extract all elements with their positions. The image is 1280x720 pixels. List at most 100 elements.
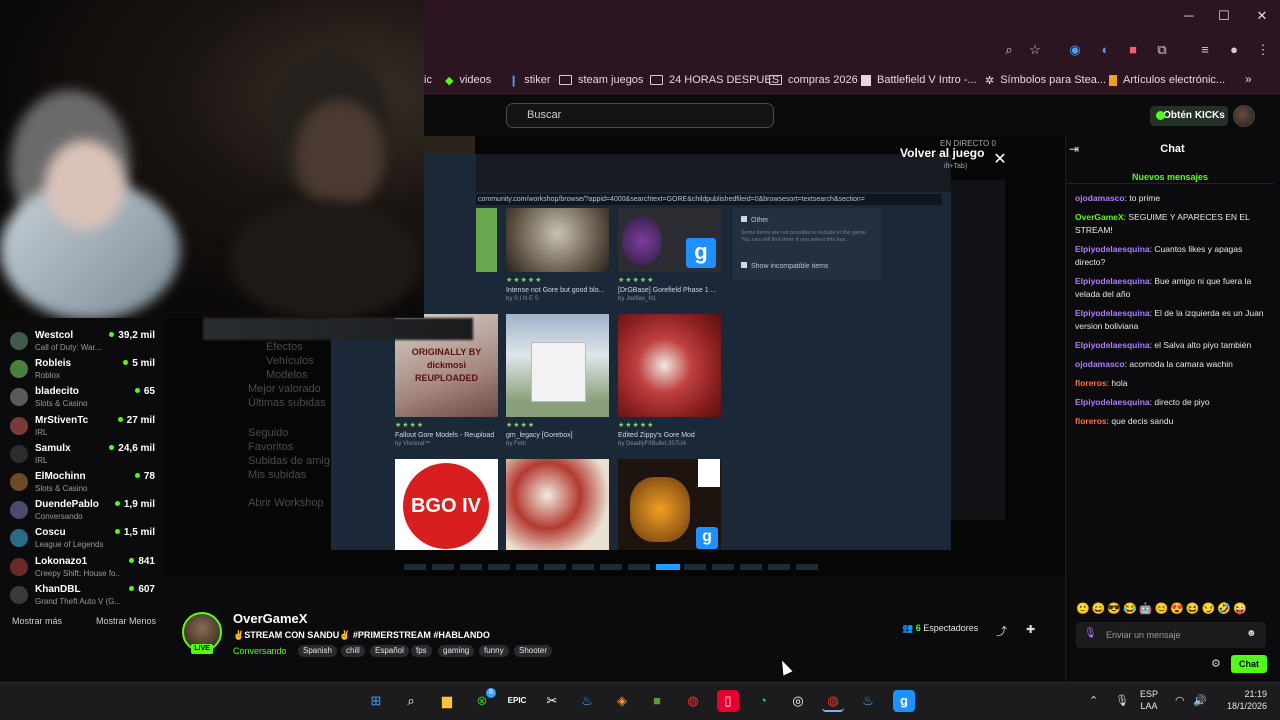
workshop-tile-bgo[interactable]: BGO IV [395, 459, 498, 550]
zoom-icon[interactable]: ⌕ [1000, 41, 1018, 59]
sidebar-channel-khandbl[interactable]: KhanDBL Grand Theft Auto V (G... 607 [10, 584, 155, 610]
emote-bar[interactable]: 🙂😄😎😂🤖😊😍😆😏🤣😜 [1076, 602, 1268, 616]
streamer-name[interactable]: OverGameX [233, 611, 307, 626]
close-window-button[interactable]: ✕ [1248, 6, 1276, 26]
steam-running-icon[interactable]: ♨ [857, 690, 879, 712]
user-avatar[interactable] [1233, 105, 1255, 127]
chat-username[interactable]: floreros [1075, 378, 1107, 388]
workshop-tile-character[interactable]: g [618, 459, 721, 550]
search-taskbar-icon[interactable]: ⌕ [400, 690, 422, 712]
chat-username[interactable]: OverGameX [1075, 212, 1124, 222]
tray-mic-icon[interactable]: 🎙 [1115, 694, 1129, 707]
stream-tag[interactable]: Español [370, 645, 409, 657]
file-explorer-icon[interactable]: ▆ [436, 690, 458, 712]
sidebar-channel-elmochinn[interactable]: ElMochinn Slots & Casino 78 [10, 471, 155, 497]
filter-other[interactable]: Other [741, 216, 769, 224]
workshop-tile-zippy[interactable] [618, 314, 721, 417]
stream-tag[interactable]: funny [479, 645, 509, 657]
workshop-tile-mask[interactable] [506, 208, 609, 272]
sidebar-channel-coscu[interactable]: Coscu League of Legends 1,5 mil [10, 527, 155, 553]
bookmark-item[interactable]: ✲ Símbolos para Stea... [985, 72, 1106, 88]
chat-message-input[interactable]: Enviar un mensaje [1076, 622, 1266, 648]
chat-settings-icon[interactable]: ⚙ [1211, 657, 1221, 670]
stream-tag[interactable]: fps [411, 645, 432, 657]
language-indicator[interactable]: ESP LAA [1140, 688, 1158, 712]
bookmark-item[interactable]: ic [424, 72, 432, 88]
sidebar-channel-robleis[interactable]: Robleis Roblox 5 mil [10, 358, 155, 384]
system-clock[interactable]: 21:19 18/1/2026 [1215, 688, 1267, 712]
stream-category[interactable]: Conversando [233, 646, 287, 656]
sidebar-channel-samulx[interactable]: Samulx IRL 24,6 mil [10, 443, 155, 469]
sidebar-channel-duendepablo[interactable]: DuendePablo Conversando 1,9 mil [10, 499, 155, 525]
stream-tag[interactable]: Spanish [298, 645, 337, 657]
extension-audio-icon[interactable]: ◖ [1095, 41, 1113, 59]
workshop-item-title[interactable]: Intense not Gore but good blo... [506, 287, 604, 294]
show-less-link[interactable]: Mostrar Menos [96, 616, 156, 626]
search-input[interactable]: Buscar [506, 103, 774, 128]
steam-pagination[interactable] [404, 564, 824, 570]
workshop-item-title[interactable]: [DrGBase] Gorefield Phase 1 ... [618, 287, 716, 294]
bookmark-item[interactable]: ◆ videos [445, 72, 491, 88]
volume-icon[interactable]: 🔊 [1193, 694, 1207, 707]
steam-taskbar-icon[interactable]: ♨ [576, 690, 598, 712]
sidebar-channel-bladecito[interactable]: bladecito Slots & Casino 65 [10, 386, 155, 412]
chat-username[interactable]: ojodamasco [1075, 359, 1125, 369]
minecraft-icon[interactable]: ■ [646, 690, 668, 712]
workshop-tile-building[interactable] [506, 314, 609, 417]
sidebar-channel-mrstiventc[interactable]: MrStivenTc IRL 27 mil [10, 415, 155, 441]
workshop-item-title[interactable]: gm_legacy [Gorebox] [506, 432, 573, 439]
send-chat-button[interactable]: Chat [1231, 655, 1267, 673]
game-launcher-icon[interactable]: ◈ [611, 690, 633, 712]
bookmark-star-icon[interactable]: ☆ [1026, 41, 1044, 59]
workshop-item-title[interactable]: Fallout Gore Models - Reupload [395, 432, 494, 439]
steam-url-bar[interactable]: community.com/workshop/browse/?appid=400… [476, 194, 942, 205]
stream-tag[interactable]: gaming [438, 645, 475, 657]
new-messages-banner[interactable]: Nuevos mensajes [1066, 172, 1274, 184]
chat-username[interactable]: Elpiyodelaesquina [1075, 308, 1150, 318]
bookmark-item[interactable]: compras 2026 [769, 72, 858, 88]
tray-overflow-icon[interactable]: ⌃ [1089, 694, 1098, 707]
wifi-icon[interactable]: ◠ [1175, 694, 1185, 707]
nintendo-icon[interactable]: ▯ [717, 690, 739, 712]
chat-username[interactable]: floreros [1075, 416, 1107, 426]
workshop-tile-blood[interactable] [506, 459, 609, 550]
chat-username[interactable]: Elpiyodelaesquina [1075, 276, 1150, 286]
minimize-button[interactable]: ─ [1175, 6, 1203, 26]
extension-vpn-icon[interactable]: ◉ [1066, 41, 1084, 59]
extensions-puzzle-icon[interactable]: ⧉ [1153, 41, 1171, 59]
emoji-picker-icon[interactable]: ☻ [1246, 628, 1257, 639]
workshop-item-title[interactable]: Edited Zippy's Gore Mod [618, 432, 695, 439]
sidebar-channel-lokonazo1[interactable]: Lokonazo1 Creepy Shift: House fo... 841 [10, 556, 155, 582]
whatsapp-icon[interactable]: ◔ [752, 690, 774, 712]
chat-username[interactable]: Elpiyodelaesquina [1075, 340, 1150, 350]
bookmark-item[interactable]: 24 HORAS DESPUES [650, 72, 779, 88]
chat-username[interactable]: Elpiyodelaesquina [1075, 397, 1150, 407]
close-overlay-icon[interactable]: ✕ [990, 150, 1010, 170]
filter-show-incompatible[interactable]: Show incompatible items [741, 262, 828, 270]
stream-tag[interactable]: chill [341, 645, 365, 657]
chat-username[interactable]: ojodamasco [1075, 193, 1125, 203]
share-icon[interactable]: ⤴ [996, 623, 1007, 639]
workshop-tile-gorefield[interactable]: g [618, 208, 721, 272]
bookmarks-overflow-icon[interactable]: » [1245, 72, 1252, 86]
workshop-tile-partial[interactable] [476, 208, 497, 272]
obs-icon[interactable]: ◎ [787, 690, 809, 712]
maximize-button[interactable]: ☐ [1210, 6, 1238, 26]
sidebar-channel-westcol[interactable]: Westcol Call of Duty: War... 39,2 mil [10, 330, 155, 356]
epic-games-icon[interactable]: EPIC [506, 690, 528, 712]
capcut-icon[interactable]: ✂ [541, 690, 563, 712]
stream-tag[interactable]: Shooter [514, 645, 553, 657]
follow-user-icon[interactable]: ✚ [1026, 623, 1035, 636]
chat-username[interactable]: Elpiyodelaesquina [1075, 244, 1150, 254]
browser-menu-icon[interactable]: ⋮ [1254, 41, 1272, 59]
chrome-active-icon[interactable]: ◍ [822, 690, 844, 712]
bookmark-item[interactable]: ❙ stiker [509, 72, 551, 88]
bookmark-item[interactable]: Artículos electrónic... [1109, 72, 1225, 88]
microphone-icon[interactable]: 🎙 [1084, 628, 1097, 639]
bookmark-item[interactable]: steam juegos [559, 72, 643, 88]
extension-badge-icon[interactable]: ■ [1124, 41, 1142, 59]
media-control-icon[interactable]: ≡ [1196, 41, 1214, 59]
profile-icon[interactable]: ● [1225, 41, 1243, 59]
gmod-taskbar-icon[interactable]: g [893, 690, 915, 712]
show-more-link[interactable]: Mostrar más [12, 616, 62, 626]
